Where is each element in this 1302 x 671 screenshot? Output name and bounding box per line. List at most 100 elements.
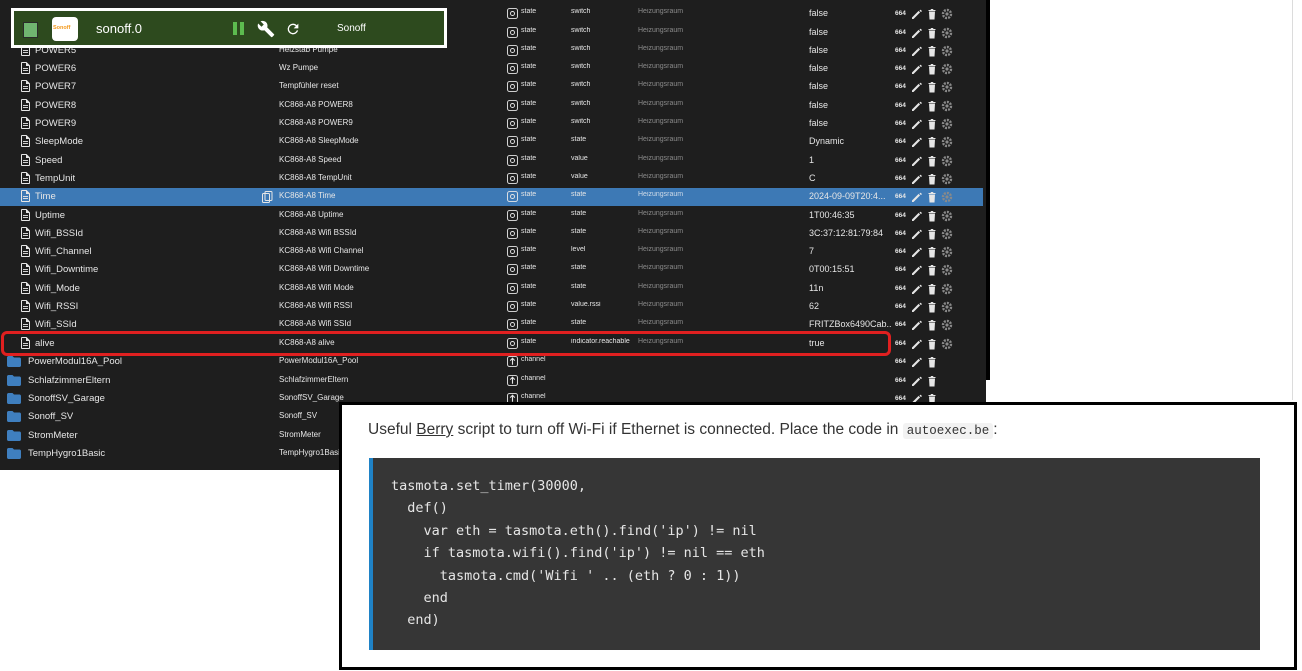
- state-row[interactable]: POWER7 Tempfühler reset state switch Heizung…: [0, 78, 983, 96]
- copy-icon[interactable]: [262, 191, 273, 203]
- delete-icon[interactable]: [926, 301, 938, 313]
- row-name: KC868-A8 TempUnit: [279, 173, 352, 182]
- gear-icon[interactable]: [941, 301, 953, 313]
- channel-row[interactable]: SchlafzimmerEltern SchlafzimmerEltern chan…: [0, 372, 983, 390]
- edit-icon[interactable]: [911, 81, 923, 93]
- row-actions: [911, 81, 955, 93]
- berry-link[interactable]: Berry: [416, 421, 453, 438]
- gear-icon[interactable]: [941, 338, 953, 350]
- row-acl: 664: [895, 358, 906, 365]
- row-actions: [911, 283, 955, 295]
- row-id: Time: [35, 191, 56, 202]
- gear-icon[interactable]: [941, 81, 953, 93]
- delete-icon[interactable]: [926, 100, 938, 112]
- gear-icon[interactable]: [941, 100, 953, 112]
- gear-icon[interactable]: [941, 246, 953, 258]
- delete-icon[interactable]: [926, 283, 938, 295]
- row-id: Wifi_Downtime: [35, 264, 99, 275]
- edit-icon[interactable]: [911, 191, 923, 203]
- row-id: Uptime: [35, 210, 66, 221]
- row-actions: [911, 210, 955, 222]
- delete-icon[interactable]: [926, 375, 938, 387]
- delete-icon[interactable]: [926, 173, 938, 185]
- row-acl: 664: [895, 102, 906, 109]
- edit-icon[interactable]: [911, 136, 923, 148]
- state-row[interactable]: Wifi_Channel KC868-A8 Wifi Channel state le…: [0, 243, 983, 261]
- delete-icon[interactable]: [926, 81, 938, 93]
- state-row[interactable]: Uptime KC868-A8 Uptime state state Heizungsr…: [0, 207, 983, 225]
- delete-icon[interactable]: [926, 118, 938, 130]
- edit-icon[interactable]: [911, 27, 923, 39]
- edit-icon[interactable]: [911, 319, 923, 331]
- edit-icon[interactable]: [911, 45, 923, 57]
- delete-icon[interactable]: [926, 155, 938, 167]
- doc-text-3: :: [993, 421, 998, 438]
- gear-icon[interactable]: [941, 63, 953, 75]
- state-row[interactable]: Time KC868-A8 Time state state Heizungsraum 2…: [0, 188, 983, 206]
- gear-icon[interactable]: [941, 319, 953, 331]
- delete-icon[interactable]: [926, 264, 938, 276]
- state-type-icon: [507, 8, 518, 19]
- row-acl: 664: [895, 377, 906, 384]
- adapter-checkbox[interactable]: [23, 22, 38, 38]
- edit-icon[interactable]: [911, 210, 923, 222]
- delete-icon[interactable]: [926, 338, 938, 350]
- state-row[interactable]: TempUnit KC868-A8 TempUnit state value Heizu…: [0, 170, 983, 188]
- gear-icon[interactable]: [941, 45, 953, 57]
- gear-icon[interactable]: [941, 27, 953, 39]
- delete-icon[interactable]: [926, 228, 938, 240]
- delete-icon[interactable]: [926, 191, 938, 203]
- gear-icon[interactable]: [941, 173, 953, 185]
- folder-icon: [7, 393, 21, 404]
- gear-icon[interactable]: [941, 155, 953, 167]
- state-row[interactable]: Wifi_Downtime KC868-A8 Wifi Downtime state…: [0, 261, 983, 279]
- edit-icon[interactable]: [911, 155, 923, 167]
- gear-icon[interactable]: [941, 8, 953, 20]
- edit-icon[interactable]: [911, 8, 923, 20]
- edit-icon[interactable]: [911, 173, 923, 185]
- state-row[interactable]: POWER6 Wz Pumpe state switch Heizungsraum fal…: [0, 60, 983, 78]
- gear-icon[interactable]: [941, 136, 953, 148]
- edit-icon[interactable]: [911, 356, 923, 368]
- gear-icon[interactable]: [941, 118, 953, 130]
- row-name: KC868-A8 Wifi BSSId: [279, 228, 357, 237]
- row-value: 1T00:46:35: [809, 210, 855, 220]
- delete-icon[interactable]: [926, 136, 938, 148]
- state-row[interactable]: Speed KC868-A8 Speed state value Heizungsrau…: [0, 152, 983, 170]
- row-value: FRITZBox6490Cab...: [809, 319, 891, 329]
- row-acl: 664: [895, 321, 906, 328]
- delete-icon[interactable]: [926, 356, 938, 368]
- state-row[interactable]: POWER9 KC868-A8 POWER9 state switch Heizungs…: [0, 115, 983, 133]
- state-row[interactable]: POWER8 KC868-A8 POWER8 state switch Heizungs…: [0, 97, 983, 115]
- gear-icon[interactable]: [941, 283, 953, 295]
- edit-icon[interactable]: [911, 264, 923, 276]
- pause-icon[interactable]: [233, 22, 245, 35]
- delete-icon[interactable]: [926, 45, 938, 57]
- edit-icon[interactable]: [911, 228, 923, 240]
- delete-icon[interactable]: [926, 8, 938, 20]
- gear-icon[interactable]: [941, 228, 953, 240]
- delete-icon[interactable]: [926, 319, 938, 331]
- delete-icon[interactable]: [926, 27, 938, 39]
- edit-icon[interactable]: [911, 246, 923, 258]
- state-row[interactable]: Wifi_Mode KC868-A8 Wifi Mode state state Hei…: [0, 280, 983, 298]
- edit-icon[interactable]: [911, 118, 923, 130]
- row-acl: 664: [895, 230, 906, 237]
- edit-icon[interactable]: [911, 301, 923, 313]
- delete-icon[interactable]: [926, 210, 938, 222]
- edit-icon[interactable]: [911, 338, 923, 350]
- delete-icon[interactable]: [926, 63, 938, 75]
- edit-icon[interactable]: [911, 283, 923, 295]
- edit-icon[interactable]: [911, 63, 923, 75]
- gear-icon[interactable]: [941, 191, 953, 203]
- wrench-icon[interactable]: [257, 20, 275, 38]
- edit-icon[interactable]: [911, 100, 923, 112]
- state-row[interactable]: Wifi_BSSId KC868-A8 Wifi BSSId state state H…: [0, 225, 983, 243]
- gear-icon[interactable]: [941, 210, 953, 222]
- edit-icon[interactable]: [911, 375, 923, 387]
- state-row[interactable]: SleepMode KC868-A8 SleepMode state state Hei…: [0, 133, 983, 151]
- delete-icon[interactable]: [926, 246, 938, 258]
- gear-icon[interactable]: [941, 264, 953, 276]
- state-row[interactable]: Wifi_RSSI KC868-A8 Wifi RSSI state value.rs…: [0, 298, 983, 316]
- reload-icon[interactable]: [285, 21, 301, 37]
